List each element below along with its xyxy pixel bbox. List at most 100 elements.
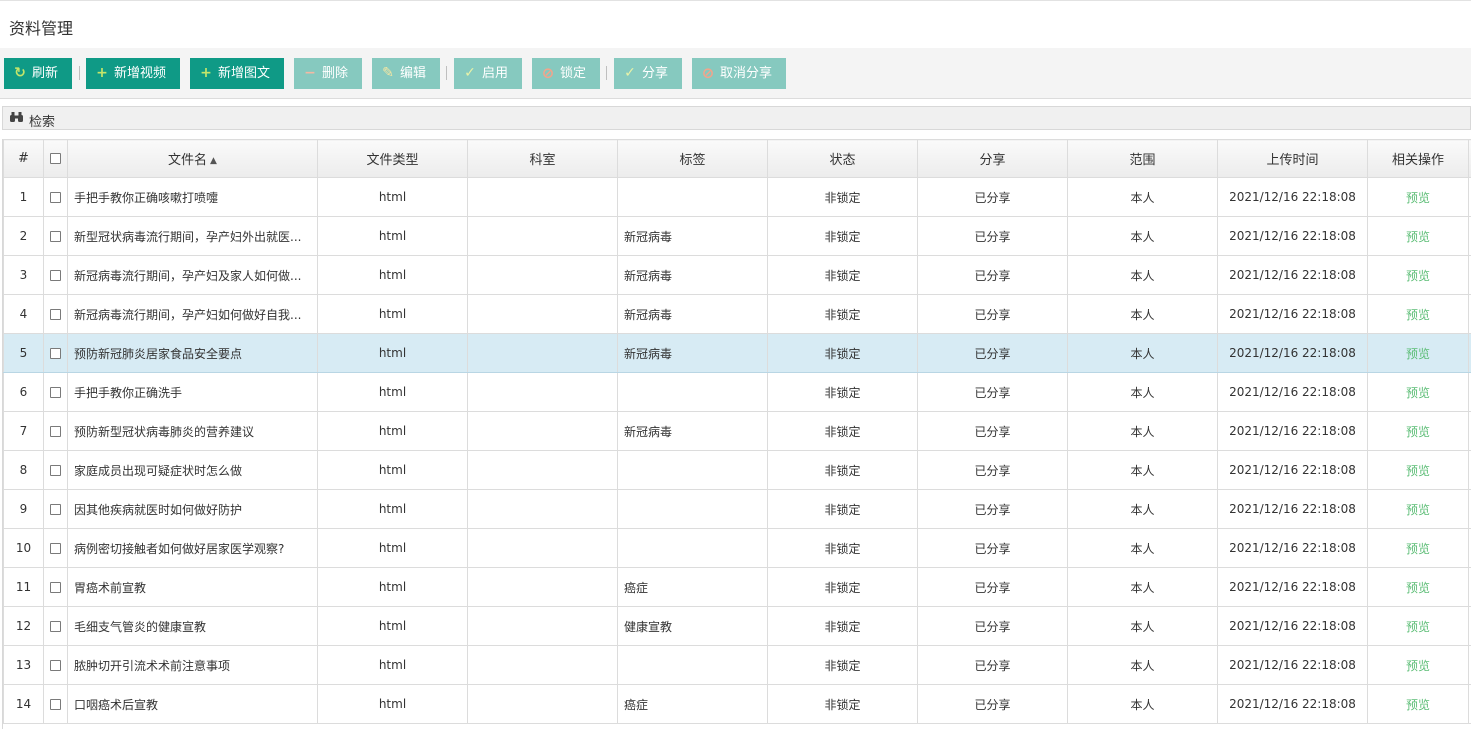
preview-link[interactable]: 预览 (1406, 581, 1430, 595)
row-tag: 新冠病毒 (617, 294, 768, 334)
row-checkbox[interactable] (50, 309, 61, 320)
row-checkbox-cell[interactable] (43, 294, 68, 334)
delete-button[interactable]: − 删除 (294, 58, 362, 89)
row-share-status: 已分享 (917, 255, 1068, 295)
preview-link[interactable]: 预览 (1406, 308, 1430, 322)
table-row[interactable]: 7 预防新型冠状病毒肺炎的营养建议 html 新冠病毒 非锁定 已分享 本人 2021/12/… (3, 411, 1471, 451)
table-row[interactable]: 11 胃癌术前宣教 html 癌症 非锁定 已分享 本人 2021/12/16 22:18:0… (3, 567, 1471, 607)
row-checkbox[interactable] (50, 660, 61, 671)
preview-link[interactable]: 预览 (1406, 620, 1430, 634)
row-checkbox[interactable] (50, 270, 61, 281)
row-filename: 新型冠状病毒流行期间，孕产妇外出就医... (67, 216, 318, 256)
unshare-button[interactable]: ⊘ 取消分享 (692, 58, 786, 89)
row-checkbox-cell[interactable] (43, 372, 68, 412)
table-row[interactable]: 6 手把手教你正确洗手 html 非锁定 已分享 本人 2021/12/16 22:18:0… (3, 372, 1471, 412)
row-filename: 病例密切接触者如何做好居家医学观察? (67, 528, 318, 568)
row-upload-time: 2021/12/16 22:18:08 (1217, 528, 1368, 568)
table-row[interactable]: 3 新冠病毒流行期间，孕产妇及家人如何做... html 新冠病毒 非锁定 已分享 本人 20… (3, 255, 1471, 295)
select-all-checkbox-cell[interactable] (43, 139, 68, 178)
preview-link[interactable]: 预览 (1406, 503, 1430, 517)
preview-link[interactable]: 预览 (1406, 542, 1430, 556)
select-all-checkbox[interactable] (50, 153, 61, 164)
share-button[interactable]: ✓ 分享 (614, 58, 682, 89)
pencil-icon: ✎ (382, 65, 394, 81)
table-row[interactable]: 4 新冠病毒流行期间，孕产妇如何做好自我... html 新冠病毒 非锁定 已分享 本人 20… (3, 294, 1471, 334)
preview-link[interactable]: 预览 (1406, 464, 1430, 478)
preview-link[interactable]: 预览 (1406, 425, 1430, 439)
col-filename-header[interactable]: 文件名 ▲ (67, 139, 318, 178)
table-row[interactable]: 9 因其他疾病就医时如何做好防护 html 非锁定 已分享 本人 2021/12/16 22… (3, 489, 1471, 529)
row-status: 非锁定 (767, 489, 918, 529)
col-scope-header[interactable]: 范围 (1067, 139, 1218, 178)
row-status: 非锁定 (767, 216, 918, 256)
preview-link[interactable]: 预览 (1406, 659, 1430, 673)
row-scope: 本人 (1067, 684, 1218, 724)
row-scope: 本人 (1067, 411, 1218, 451)
row-checkbox-cell[interactable] (43, 450, 68, 490)
table-row[interactable]: 12 毛细支气管炎的健康宣教 html 健康宣教 非锁定 已分享 本人 2021/12/16 … (3, 606, 1471, 646)
add-video-button[interactable]: + 新增视频 (86, 58, 180, 89)
table-row[interactable]: 1 手把手教你正确咳嗽打喷嚏 html 非锁定 已分享 本人 2021/12/16 22:1… (3, 177, 1471, 217)
edit-button[interactable]: ✎ 编辑 (372, 58, 440, 89)
row-checkbox[interactable] (50, 504, 61, 515)
row-checkbox[interactable] (50, 426, 61, 437)
search-toggle[interactable]: 检索 (2, 106, 1471, 130)
table-row[interactable]: 8 家庭成员出现可疑症状时怎么做 html 非锁定 已分享 本人 2021/12/16 22… (3, 450, 1471, 490)
row-department (467, 372, 618, 412)
binoculars-svg (10, 112, 23, 122)
preview-link[interactable]: 预览 (1406, 269, 1430, 283)
enable-button[interactable]: ✓ 启用 (454, 58, 522, 89)
row-checkbox[interactable] (50, 621, 61, 632)
row-checkbox[interactable] (50, 699, 61, 710)
row-scope: 本人 (1067, 333, 1218, 373)
row-checkbox-cell[interactable] (43, 411, 68, 451)
row-scope: 本人 (1067, 567, 1218, 607)
preview-link[interactable]: 预览 (1406, 386, 1430, 400)
row-checkbox[interactable] (50, 582, 61, 593)
preview-link[interactable]: 预览 (1406, 230, 1430, 244)
col-department-header[interactable]: 科室 (467, 139, 618, 178)
row-checkbox-cell[interactable] (43, 606, 68, 646)
table-row[interactable]: 14 口咽癌术后宣教 html 癌症 非锁定 已分享 本人 2021/12/16 22:18:… (3, 684, 1471, 724)
col-upload-time-header[interactable]: 上传时间 (1217, 139, 1368, 178)
lock-label: 锁定 (560, 66, 587, 81)
add-video-label: 新增视频 (114, 66, 167, 81)
row-checkbox-cell[interactable] (43, 333, 68, 373)
col-share-header[interactable]: 分享 (917, 139, 1068, 178)
row-filetype: html (317, 216, 468, 256)
row-checkbox-cell[interactable] (43, 567, 68, 607)
row-checkbox-cell[interactable] (43, 177, 68, 217)
row-department (467, 216, 618, 256)
table-row[interactable]: 2 新型冠状病毒流行期间，孕产妇外出就医... html 新冠病毒 非锁定 已分享 本人 20… (3, 216, 1471, 256)
row-share-status: 已分享 (917, 411, 1068, 451)
row-checkbox-cell[interactable] (43, 645, 68, 685)
row-checkbox[interactable] (50, 192, 61, 203)
row-checkbox-cell[interactable] (43, 216, 68, 256)
row-filename: 毛细支气管炎的健康宣教 (67, 606, 318, 646)
col-filetype-header[interactable]: 文件类型 (317, 139, 468, 178)
row-checkbox-cell[interactable] (43, 255, 68, 295)
row-filename: 手把手教你正确洗手 (67, 372, 318, 412)
row-checkbox[interactable] (50, 543, 61, 554)
row-checkbox-cell[interactable] (43, 489, 68, 529)
col-status-header[interactable]: 状态 (767, 139, 918, 178)
row-status: 非锁定 (767, 255, 918, 295)
row-index: 9 (3, 489, 44, 529)
row-checkbox[interactable] (50, 387, 61, 398)
file-table: # 文件名 ▲ 文件类型 科室 标签 状态 分享 范围 上传时间 相关操作 1 手把… (2, 139, 1471, 729)
row-checkbox-cell[interactable] (43, 684, 68, 724)
preview-link[interactable]: 预览 (1406, 698, 1430, 712)
col-tag-header[interactable]: 标签 (617, 139, 768, 178)
lock-button[interactable]: ⊘ 锁定 (532, 58, 600, 89)
preview-link[interactable]: 预览 (1406, 191, 1430, 205)
table-row[interactable]: 5 预防新冠肺炎居家食品安全要点 html 新冠病毒 非锁定 已分享 本人 2021/12/1… (3, 333, 1471, 373)
preview-link[interactable]: 预览 (1406, 347, 1430, 361)
row-checkbox[interactable] (50, 231, 61, 242)
row-checkbox[interactable] (50, 348, 61, 359)
table-row[interactable]: 10 病例密切接触者如何做好居家医学观察? html 非锁定 已分享 本人 2021/12/… (3, 528, 1471, 568)
add-article-button[interactable]: + 新增图文 (190, 58, 284, 89)
row-checkbox[interactable] (50, 465, 61, 476)
row-checkbox-cell[interactable] (43, 528, 68, 568)
refresh-button[interactable]: ↻ 刷新 (4, 58, 72, 89)
table-row[interactable]: 13 脓肿切开引流术术前注意事项 html 非锁定 已分享 本人 2021/12/16 22… (3, 645, 1471, 685)
